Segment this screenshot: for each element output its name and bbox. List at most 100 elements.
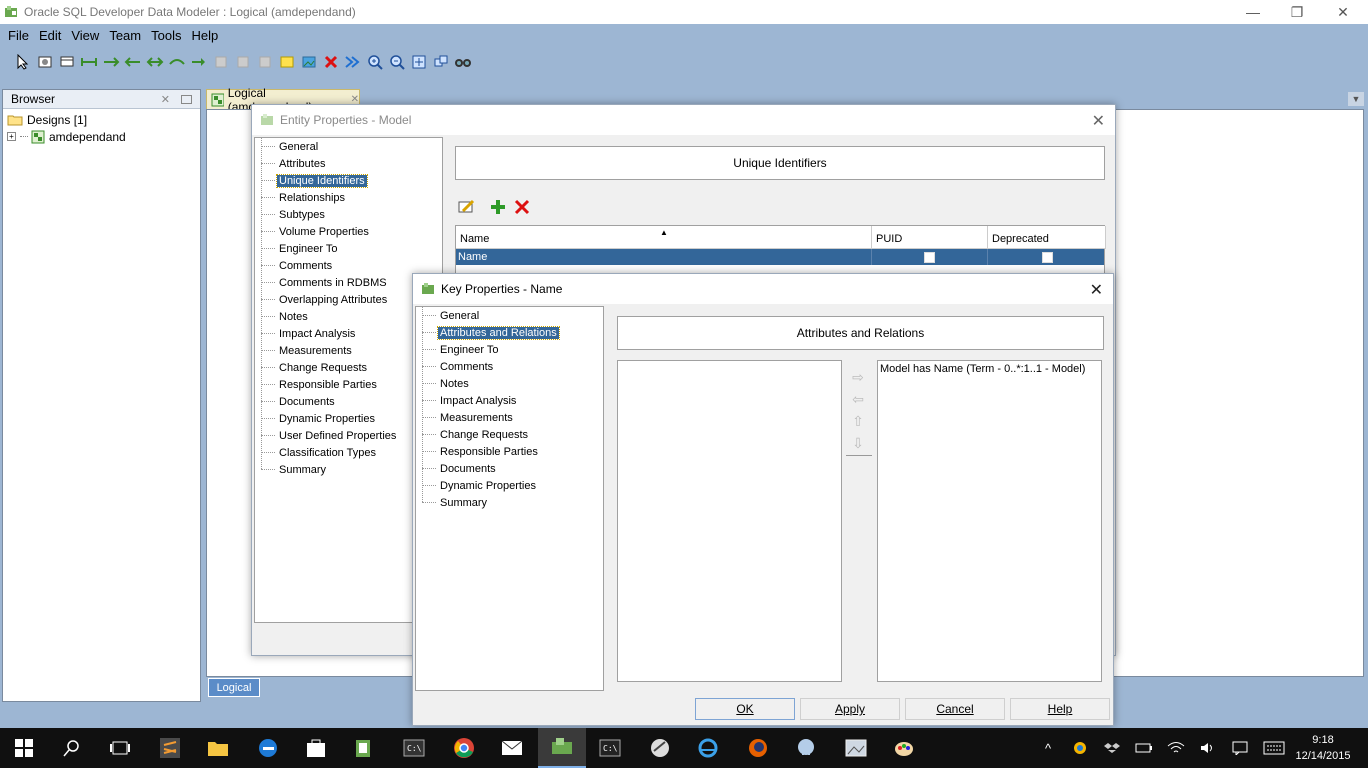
nav-item[interactable]: Overlapping Attributes — [255, 291, 389, 308]
nav-item[interactable]: Documents — [255, 393, 337, 410]
nav-item[interactable]: Attributes — [255, 155, 327, 172]
battery-icon[interactable] — [1132, 728, 1156, 768]
close-icon[interactable]: ✕ — [1092, 111, 1105, 131]
help-button[interactable]: Help — [1010, 698, 1110, 720]
close-icon[interactable]: ✕ — [1090, 280, 1103, 300]
layout-icon[interactable] — [430, 51, 452, 73]
move-up-icon[interactable]: ⇧ — [849, 412, 867, 430]
nav-item[interactable]: Engineer To — [416, 341, 501, 358]
keyboard-icon[interactable] — [1260, 728, 1288, 768]
column-header-deprecated[interactable]: Deprecated — [988, 226, 1106, 249]
available-attributes-list[interactable] — [617, 360, 842, 682]
start-button[interactable] — [0, 728, 48, 768]
relation-1-1-icon[interactable] — [78, 51, 100, 73]
ok-button[interactable]: OK — [695, 698, 795, 720]
nav-item[interactable]: Measurements — [255, 342, 354, 359]
chrome-icon[interactable] — [440, 728, 488, 768]
image-viewer-icon[interactable] — [832, 728, 880, 768]
fit-screen-icon[interactable] — [408, 51, 430, 73]
chevron-up-icon[interactable]: ^ — [1038, 728, 1058, 768]
column-header-name[interactable]: Name ▲ — [456, 226, 872, 249]
cell-deprecated[interactable] — [988, 249, 1106, 265]
close-window-button[interactable]: ✕ — [1320, 0, 1366, 24]
app-tray-icon[interactable] — [1068, 728, 1092, 768]
cmd-icon[interactable]: C:\ — [586, 728, 634, 768]
table-row[interactable]: Name — [456, 249, 1104, 265]
relation-n-1-icon[interactable] — [122, 51, 144, 73]
menu-team[interactable]: Team — [104, 28, 146, 43]
nav-item[interactable]: Impact Analysis — [416, 392, 518, 409]
terminal-icon[interactable]: C:\ — [390, 728, 438, 768]
notepad-icon[interactable] — [340, 728, 388, 768]
nav-item[interactable]: Impact Analysis — [255, 325, 357, 342]
wifi-icon[interactable] — [1164, 728, 1188, 768]
store-icon[interactable] — [292, 728, 340, 768]
postgres-icon[interactable] — [782, 728, 830, 768]
engineer-icon[interactable] — [342, 51, 364, 73]
nav-item[interactable]: General — [255, 138, 320, 155]
dropbox-icon[interactable] — [1100, 728, 1124, 768]
chevron-down-icon[interactable]: ▼ — [1348, 92, 1364, 106]
file-explorer-icon[interactable] — [194, 728, 242, 768]
task-view-icon[interactable] — [96, 728, 144, 768]
search-icon[interactable] — [48, 728, 96, 768]
edge-icon[interactable] — [244, 728, 292, 768]
menu-view[interactable]: View — [66, 28, 104, 43]
nav-item[interactable]: Classification Types — [255, 444, 378, 461]
globe-icon[interactable] — [636, 728, 684, 768]
nav-item[interactable]: General — [416, 307, 481, 324]
find-icon[interactable] — [452, 51, 474, 73]
apply-button[interactable]: Apply — [800, 698, 900, 720]
minimize-panel-icon[interactable] — [181, 94, 192, 104]
relation-1-n-icon[interactable] — [100, 51, 122, 73]
move-right-icon[interactable]: ⇨ — [849, 368, 867, 386]
nav-item[interactable]: Unique Identifiers — [255, 172, 368, 189]
volume-icon[interactable] — [1196, 728, 1220, 768]
zoom-out-icon[interactable] — [386, 51, 408, 73]
nav-item[interactable]: Volume Properties — [255, 223, 371, 240]
move-left-icon[interactable]: ⇦ — [849, 390, 867, 408]
nav-item[interactable]: Comments in RDBMS — [255, 274, 389, 291]
paint-icon[interactable] — [880, 728, 928, 768]
nav-item[interactable]: Summary — [255, 461, 328, 478]
column-header-puid[interactable]: PUID — [872, 226, 988, 249]
puid-checkbox[interactable] — [924, 251, 935, 263]
tree-item-amdependand[interactable]: + amdependand — [3, 128, 200, 145]
entity-icon[interactable] — [56, 51, 78, 73]
deprecated-checkbox[interactable] — [1041, 251, 1053, 263]
nav-item[interactable]: Notes — [416, 375, 471, 392]
restore-button[interactable]: ❐ — [1274, 0, 1320, 24]
nav-item[interactable]: Change Requests — [416, 426, 530, 443]
arc-icon[interactable] — [166, 51, 188, 73]
view-icon[interactable] — [188, 51, 210, 73]
list-item[interactable]: Model has Name (Term - 0..*:1..1 - Model… — [880, 363, 1099, 375]
move-down-icon[interactable]: ⇩ — [849, 434, 867, 452]
clock[interactable]: 9:18 12/14/2015 — [1290, 732, 1356, 764]
nav-item[interactable]: Responsible Parties — [416, 443, 540, 460]
nav-item[interactable]: Attributes and Relations — [416, 324, 560, 341]
picture-icon[interactable] — [298, 51, 320, 73]
selected-attributes-list[interactable]: Model has Name (Term - 0..*:1..1 - Model… — [877, 360, 1102, 682]
nav-item[interactable]: User Defined Properties — [255, 427, 398, 444]
add-icon[interactable] — [490, 199, 508, 217]
tree-item-designs[interactable]: Designs [1] — [3, 111, 200, 128]
nav-item[interactable]: Summary — [416, 494, 489, 511]
folder-note-icon[interactable] — [276, 51, 298, 73]
cell-puid[interactable] — [872, 249, 988, 265]
pointer-icon[interactable] — [12, 51, 34, 73]
nav-item[interactable]: Dynamic Properties — [416, 477, 538, 494]
nav-item[interactable]: Subtypes — [255, 206, 327, 223]
nav-item[interactable]: Comments — [255, 257, 334, 274]
menu-file[interactable]: File — [3, 28, 34, 43]
cell-name[interactable]: Name — [456, 249, 872, 265]
nav-item[interactable]: Responsible Parties — [255, 376, 379, 393]
remove-icon[interactable] — [514, 199, 532, 217]
nav-item[interactable]: Documents — [416, 460, 498, 477]
ie-icon[interactable] — [684, 728, 732, 768]
menu-edit[interactable]: Edit — [34, 28, 66, 43]
settings-icon[interactable] — [34, 51, 56, 73]
nav-item[interactable]: Engineer To — [255, 240, 340, 257]
firefox-icon[interactable] — [734, 728, 782, 768]
delete-icon[interactable] — [320, 51, 342, 73]
tab-logical-bottom[interactable]: Logical — [208, 678, 260, 697]
